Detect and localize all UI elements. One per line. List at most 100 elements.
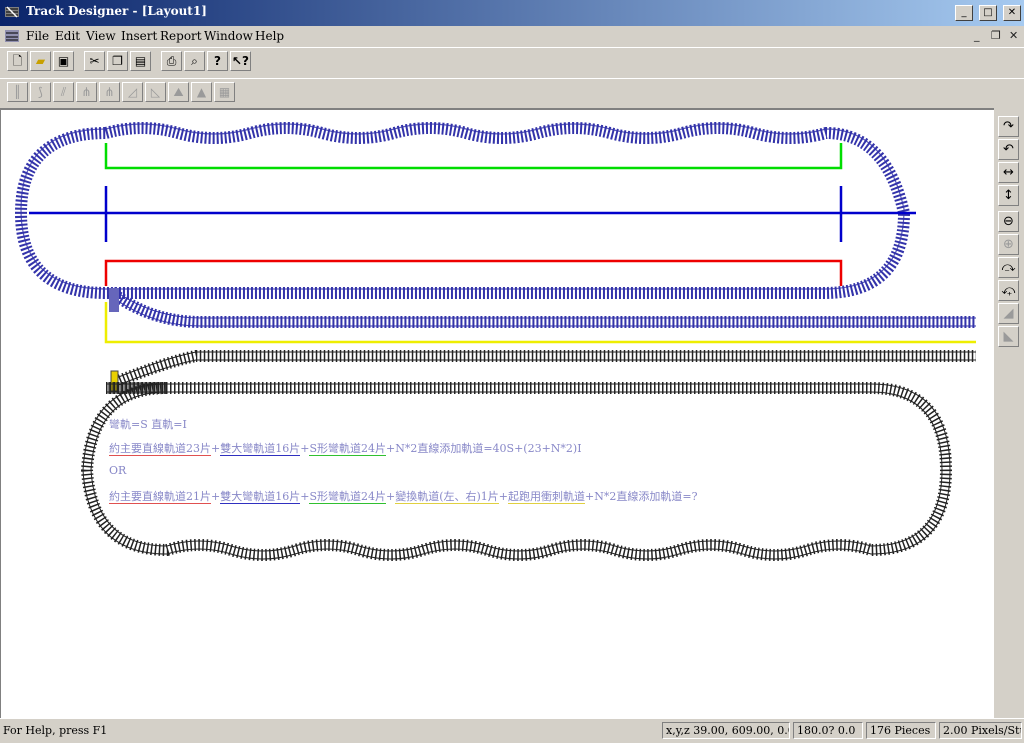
- print-preview-button[interactable]: ⌕: [184, 51, 205, 71]
- building-button[interactable]: ▲: [191, 82, 212, 102]
- curve-track-icon: ⟆: [38, 85, 43, 99]
- curve-track-button[interactable]: ⟆: [30, 82, 51, 102]
- zoom-in-icon: ⊕: [1003, 237, 1014, 252]
- formula2-plus-1: +: [211, 490, 221, 503]
- switch-right-button[interactable]: ⋔: [99, 82, 120, 102]
- building-icon: ▲: [196, 85, 207, 99]
- menu-insert[interactable]: Insert: [121, 29, 157, 43]
- crossing-button[interactable]: ◺: [145, 82, 166, 102]
- app-icon: [5, 6, 19, 18]
- black-track-loop[interactable]: [80, 382, 953, 561]
- about-button[interactable]: ?: [207, 51, 228, 71]
- printer-icon: ⎙: [166, 54, 177, 68]
- mdi-restore-button[interactable]: ❐: [991, 29, 1001, 42]
- document-icon[interactable]: [4, 28, 20, 44]
- flip-horizontal-button[interactable]: ↔: [998, 162, 1019, 183]
- blue-track-loop[interactable]: [14, 122, 911, 299]
- menu-help[interactable]: Help: [255, 29, 284, 43]
- rotate-ccw-button[interactable]: ↶: [998, 139, 1019, 160]
- status-bar: For Help, press F1 x,y,z 39.00, 609.00, …: [0, 718, 1024, 743]
- cut-button[interactable]: ✂: [84, 51, 105, 71]
- standard-toolbar: 🗋 ▰ ▣ ✂ ❐ ▤ ⎙ ⌕ ? ↖?: [0, 47, 1024, 74]
- formula2-switch: 變換軌道(左、右)1片: [395, 490, 499, 504]
- legend-note: 彎軌=S 直軌=I: [109, 418, 187, 431]
- menu-report[interactable]: Report: [160, 29, 202, 43]
- paste-button[interactable]: ▤: [130, 51, 151, 71]
- vertical-arrows-icon: ↕: [1003, 188, 1014, 203]
- context-help-button[interactable]: ↖?: [230, 51, 251, 71]
- formula2-plus-3: +: [385, 490, 396, 503]
- window-title: Track Designer - [Layout1]: [26, 4, 207, 18]
- floppy-icon: ▣: [57, 54, 70, 68]
- formula-line-1: 約主要直線軌道23片+雙大彎軌道16片+S形彎軌道24片+N*2直線添加軌道=4…: [109, 440, 582, 456]
- ramp-up-icon: ◢: [1003, 306, 1014, 321]
- ramp-up-button[interactable]: ◢: [998, 303, 1019, 324]
- rotate-cw-icon: ↷: [1003, 119, 1014, 134]
- track-toolbar: ║ ⟆ ⫽ ⋔ ⋔ ◿ ◺ ⛰ ▲ ▦: [0, 78, 1024, 105]
- maximize-button[interactable]: □: [979, 5, 997, 21]
- formula-line-2: 約主要直線軌道21片+雙大彎軌道16片+S形彎軌道24片+變換軌道(左、右)1片…: [109, 488, 697, 504]
- terrain-icon: ⛰: [173, 85, 184, 99]
- formula2-tail: +N*2直線添加軌道=?: [585, 490, 698, 503]
- formula2-double-curve: 雙大彎軌道16片: [220, 490, 301, 504]
- new-file-icon: 🗋: [12, 54, 23, 68]
- flip-vertical-button[interactable]: ↕: [998, 185, 1019, 206]
- straight-track-button[interactable]: ║: [7, 82, 28, 102]
- menu-window[interactable]: Window: [204, 29, 253, 43]
- formula2-sprint: 起跑用衝刺軌道: [508, 490, 586, 504]
- formula1-tail: +N*2直線添加軌道=40S+(23+N*2)I: [385, 442, 582, 455]
- rotate-up-button[interactable]: ⤼: [998, 257, 1019, 278]
- formula1-s-curve: S形彎軌道24片: [309, 442, 386, 456]
- measurement-lines: [29, 143, 976, 344]
- straight-track-icon: ║: [13, 85, 22, 99]
- copy-button[interactable]: ❐: [107, 51, 128, 71]
- rotate-up-icon: ⤼: [1001, 260, 1016, 275]
- rotate-ccw-icon: ↶: [1003, 142, 1014, 157]
- formula2-plus-4: +: [498, 490, 509, 503]
- status-angle: 180.0? 0.0: [793, 722, 863, 739]
- status-piece-count: 176 Pieces: [866, 722, 936, 739]
- menu-view[interactable]: View: [86, 29, 116, 43]
- new-button[interactable]: 🗋: [7, 51, 28, 71]
- arrow-question-icon: ↖?: [231, 54, 249, 68]
- ramp-down-button[interactable]: ◣: [998, 326, 1019, 347]
- formula1-double-curve: 雙大彎軌道16片: [220, 442, 301, 456]
- ramp-button[interactable]: ◿: [122, 82, 143, 102]
- menu-file[interactable]: File: [26, 29, 49, 43]
- mdi-minimize-button[interactable]: _: [974, 29, 980, 42]
- rotate-down-icon: ⤽: [1001, 283, 1016, 298]
- title-bar: Track Designer - [Layout1] _ □ ✕: [0, 0, 1024, 26]
- ramp-down-icon: ◣: [1003, 329, 1014, 344]
- terrain-button[interactable]: ⛰: [168, 82, 189, 102]
- print-button[interactable]: ⎙: [161, 51, 182, 71]
- clipboard-icon: ▤: [134, 54, 147, 68]
- status-help: For Help, press F1: [3, 724, 108, 737]
- preview-icon: ⌕: [191, 54, 198, 68]
- mdi-close-button[interactable]: ✕: [1009, 29, 1018, 42]
- rotate-cw-button[interactable]: ↷: [998, 116, 1019, 137]
- formula1-plus-1: +: [211, 442, 221, 455]
- close-button[interactable]: ✕: [1003, 5, 1021, 21]
- formula2-main-straight: 約主要直線軌道21片: [109, 490, 211, 504]
- track-layout-drawing: [14, 122, 976, 561]
- layout-canvas[interactable]: 彎軌=S 直軌=I 約主要直線軌道23片+雙大彎軌道16片+S形彎軌道24片+N…: [0, 108, 994, 718]
- status-scale: 2.00 Pixels/Stud: [939, 722, 1022, 739]
- flex-track-button[interactable]: ⫽: [53, 82, 74, 102]
- folder-icon: ▰: [35, 54, 46, 68]
- switch-left-button[interactable]: ⋔: [76, 82, 97, 102]
- save-button[interactable]: ▣: [53, 51, 74, 71]
- right-toolbar: ↷ ↶ ↔ ↕ ⊖ ⊕ ⤼ ⤽ ◢ ◣: [995, 114, 1023, 354]
- zoom-in-button[interactable]: ⊕: [998, 234, 1019, 255]
- minimize-button[interactable]: _: [955, 5, 973, 21]
- zoom-out-button[interactable]: ⊖: [998, 211, 1019, 232]
- status-coordinates: x,y,z 39.00, 609.00, 0.0: [662, 722, 790, 739]
- block-button[interactable]: ▦: [214, 82, 235, 102]
- ramp-icon: ◿: [127, 85, 138, 99]
- open-button[interactable]: ▰: [30, 51, 51, 71]
- menu-edit[interactable]: Edit: [55, 29, 80, 43]
- formula1-main-straight: 約主要直線軌道23片: [109, 442, 211, 456]
- menu-bar: File Edit View Insert Report Window Help…: [0, 26, 1024, 46]
- switch-right-icon: ⋔: [104, 85, 115, 99]
- crossing-icon: ◺: [150, 85, 161, 99]
- rotate-down-button[interactable]: ⤽: [998, 280, 1019, 301]
